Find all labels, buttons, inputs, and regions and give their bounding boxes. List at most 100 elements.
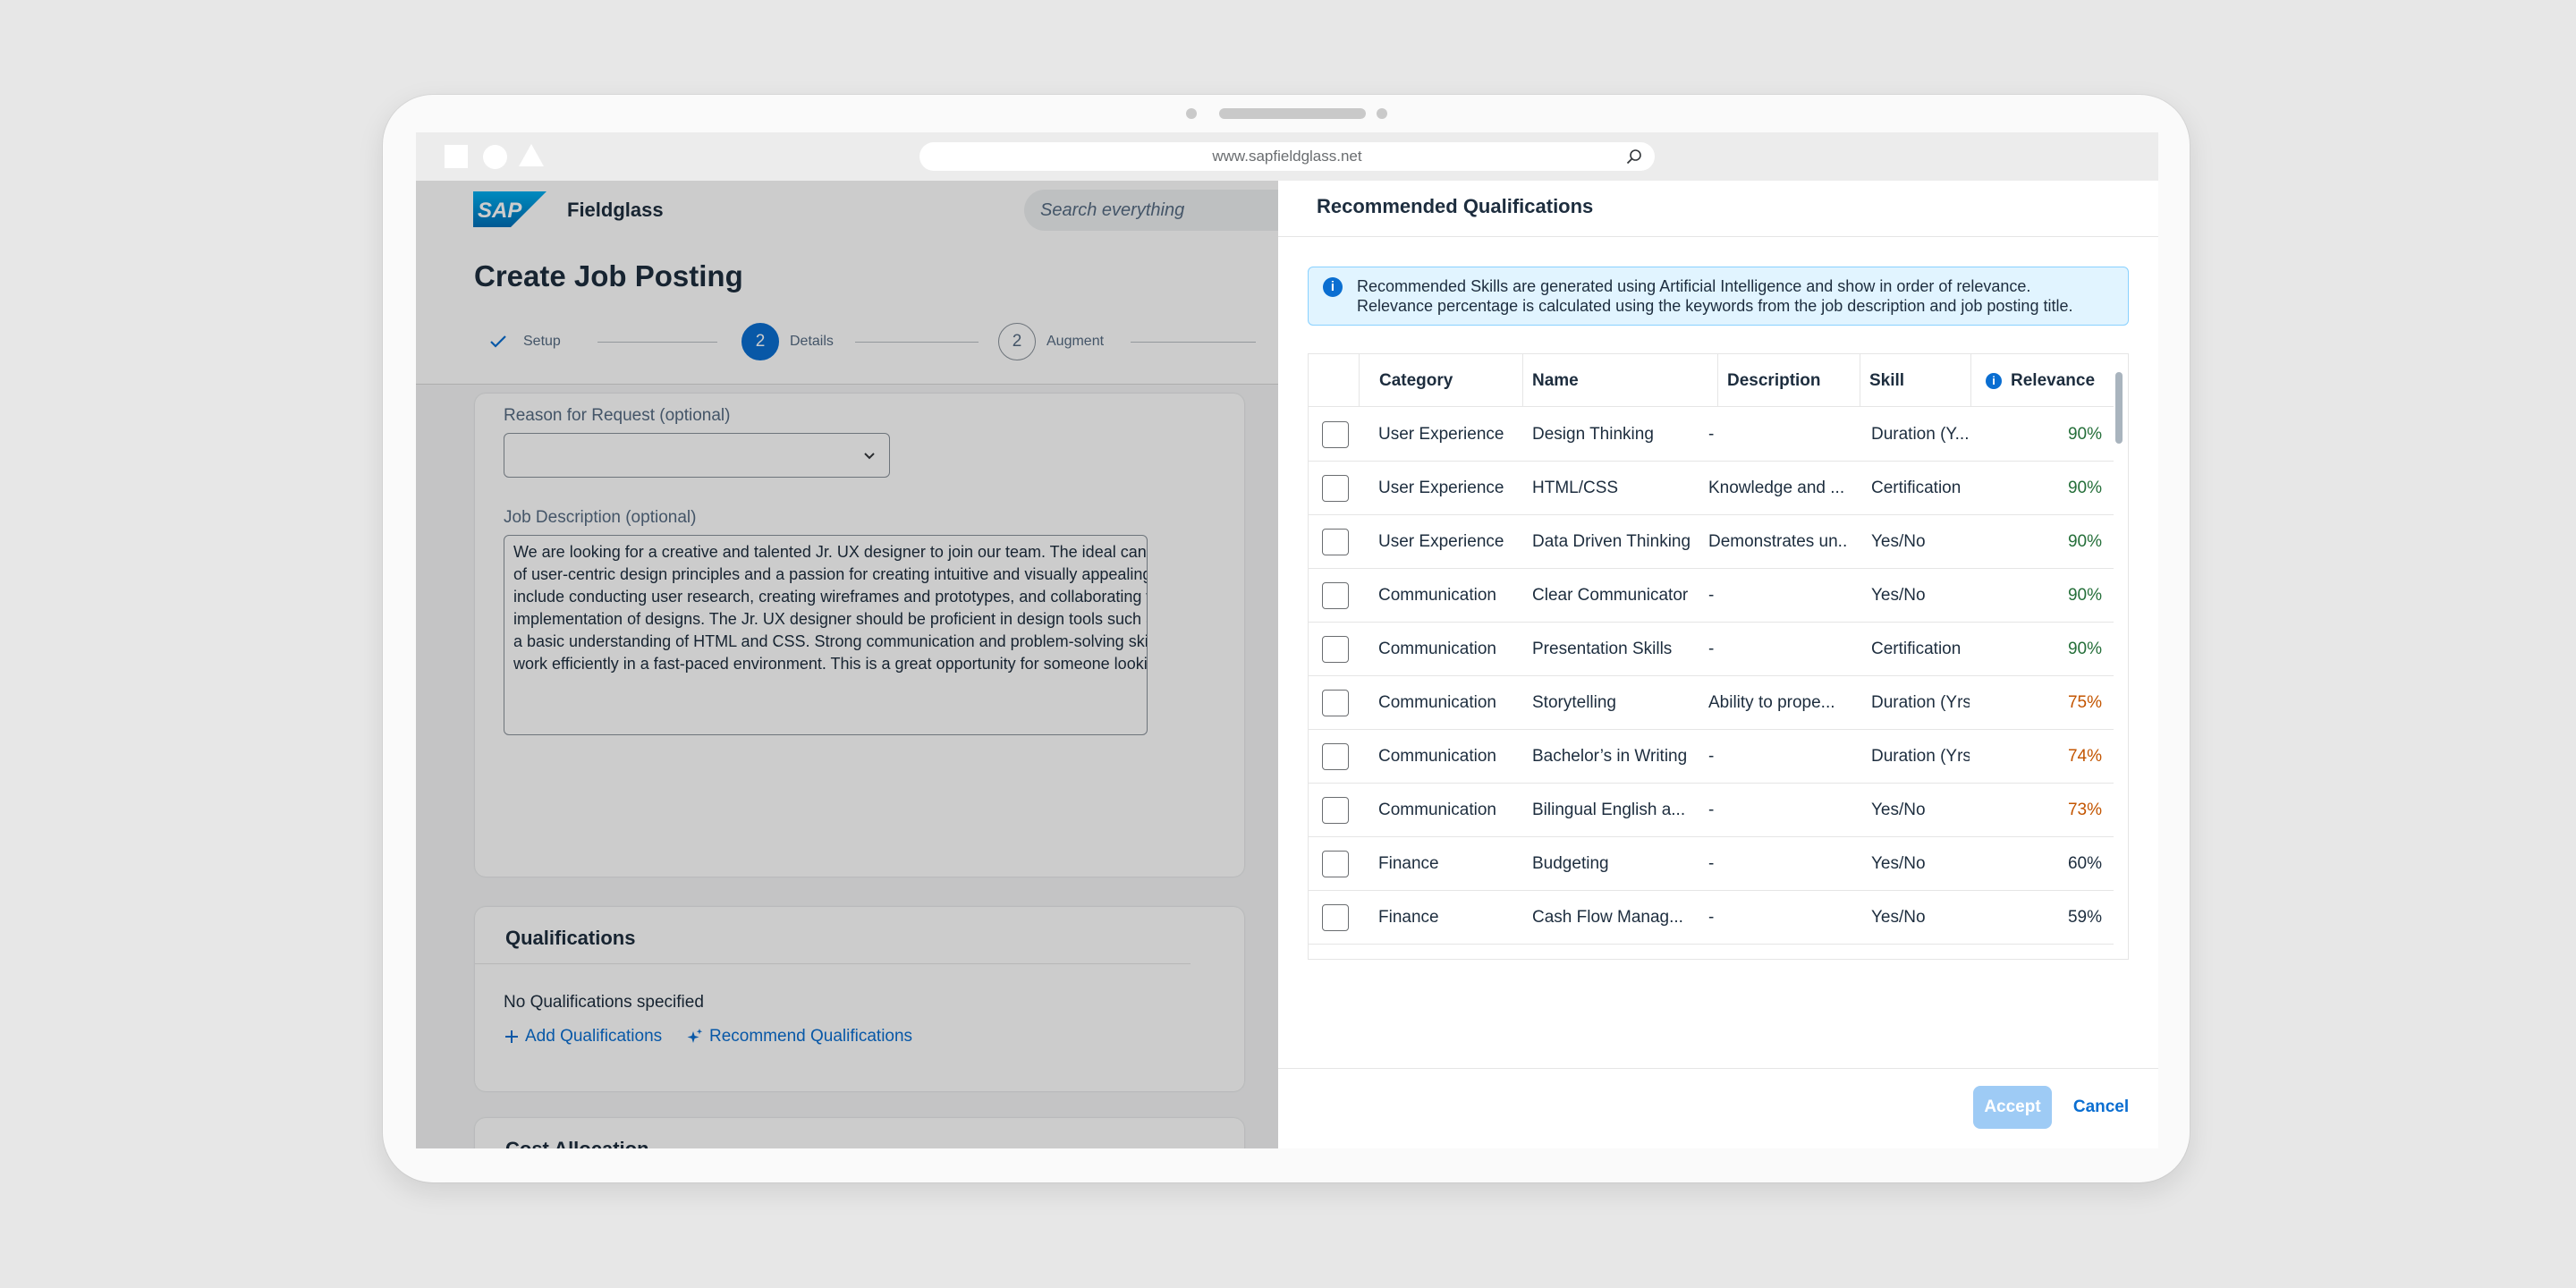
row-checkbox[interactable] — [1322, 582, 1349, 609]
modal-overlay[interactable] — [416, 181, 1278, 1148]
cell-relevance: 90% — [2067, 532, 2102, 551]
qualifications-table: Category Name Description Skill i Releva… — [1308, 353, 2129, 960]
cell-category: Finance — [1378, 854, 1439, 873]
cell-relevance: 75% — [2067, 693, 2102, 712]
info-message-text: Recommended Skills are generated using A… — [1357, 276, 2072, 316]
cell-category: Communication — [1378, 693, 1496, 712]
cell-skill: Yes/No — [1871, 532, 1926, 551]
column-header-name[interactable]: Name — [1522, 354, 1717, 407]
speaker-bar — [1219, 108, 1366, 119]
column-header-category[interactable]: Category — [1359, 354, 1522, 407]
cell-description: - — [1708, 801, 1715, 819]
table-row[interactable]: User Experience Design Thinking - Duration … — [1309, 408, 2114, 462]
cell-name: Clear Communicator — [1532, 586, 1689, 605]
cell-name: Bachelor’s in Writing — [1532, 747, 1688, 766]
table-row[interactable]: Finance Cash Flow Manag... - Yes/No 59% — [1309, 891, 2114, 945]
row-checkbox[interactable] — [1322, 475, 1349, 502]
cell-relevance: 59% — [2067, 908, 2102, 927]
cell-description: - — [1708, 908, 1715, 927]
information-icon: i — [1323, 277, 1343, 297]
cell-name: Presentation Skills — [1532, 640, 1673, 658]
cell-description: - — [1708, 586, 1715, 605]
divider — [1278, 1068, 2158, 1069]
cell-category: Communication — [1378, 586, 1496, 605]
table-row[interactable]: Communication Presentation Skills - Certifi… — [1309, 623, 2114, 676]
sensor-dot — [1377, 108, 1387, 119]
cell-relevance: 60% — [2067, 854, 2102, 873]
cell-name: HTML/CSS — [1532, 479, 1619, 497]
dialog-title: Recommended Qualifications — [1317, 195, 1594, 217]
table-row[interactable]: Finance Budgeting - Yes/No 60% — [1309, 837, 2114, 891]
table-scrollbar[interactable] — [2115, 372, 2123, 444]
column-header-skill[interactable]: Skill — [1860, 354, 1970, 407]
cell-relevance: 74% — [2067, 747, 2102, 766]
url-text: www.sapfieldglass.net — [1212, 148, 1362, 165]
row-checkbox[interactable] — [1322, 851, 1349, 877]
table-row[interactable]: Communication Bachelor’s in Writing - Durat… — [1309, 730, 2114, 784]
cell-relevance: 90% — [2067, 586, 2102, 605]
square-shape-icon — [445, 145, 468, 168]
row-checkbox[interactable] — [1322, 529, 1349, 555]
table-row[interactable]: Communication Bilingual English a... - Yes/… — [1309, 784, 2114, 837]
triangle-shape-icon — [519, 144, 544, 166]
information-icon: i — [1986, 372, 2002, 389]
table-row[interactable]: User Experience Data Driven Thinking Demon… — [1309, 515, 2114, 569]
screen: www.sapfieldglass.net SAP Fieldglass Sea… — [416, 132, 2158, 1148]
info-line: Recommended Skills are generated using A… — [1357, 277, 2031, 295]
browser-toolbar: www.sapfieldglass.net — [416, 132, 2158, 181]
recommended-qualifications-dialog: Recommended Qualifications i Recommended… — [1278, 181, 2158, 1148]
cell-name: Budgeting — [1532, 854, 1609, 873]
cell-relevance: 90% — [2067, 479, 2102, 497]
cell-relevance: 90% — [2067, 425, 2102, 444]
cell-name: Design Thinking — [1532, 425, 1654, 444]
table-row[interactable]: Communication Storytelling Ability to prop… — [1309, 676, 2114, 730]
relevance-header-label: Relevance — [2011, 371, 2096, 390]
accept-button[interactable]: Accept — [1973, 1086, 2052, 1129]
cell-skill: Duration (Yrs) — [1871, 747, 1970, 766]
cell-description: - — [1708, 747, 1715, 766]
cell-description: Knowledge and ... — [1708, 479, 1845, 497]
circle-shape-icon — [483, 145, 507, 169]
row-checkbox[interactable] — [1322, 421, 1349, 448]
cell-description: Ability to prope... — [1708, 693, 1835, 712]
cancel-button[interactable]: Cancel — [2069, 1086, 2133, 1129]
row-checkbox[interactable] — [1322, 797, 1349, 824]
cell-relevance: 73% — [2067, 801, 2102, 819]
search-icon[interactable] — [1626, 148, 1642, 165]
camera-dot — [1186, 108, 1197, 119]
cell-name: Bilingual English a... — [1532, 801, 1686, 819]
table-row[interactable]: User Experience HTML/CSS Knowledge and ...… — [1309, 462, 2114, 515]
cell-category: Communication — [1378, 747, 1496, 766]
column-header-relevance[interactable]: i Relevance — [1970, 354, 2114, 407]
cell-category: User Experience — [1378, 532, 1504, 551]
cell-description: - — [1708, 854, 1715, 873]
cell-skill: Duration (Y... — [1871, 425, 1970, 444]
cell-name: Storytelling — [1532, 693, 1616, 712]
tablet-device-frame: www.sapfieldglass.net SAP Fieldglass Sea… — [383, 95, 2190, 1182]
row-checkbox[interactable] — [1322, 904, 1349, 931]
table-header: Category Name Description Skill i Releva… — [1309, 354, 2114, 407]
cell-category: Communication — [1378, 801, 1496, 819]
cell-skill: Yes/No — [1871, 801, 1926, 819]
fieldglass-app: SAP Fieldglass Search everything Create … — [416, 181, 2158, 1148]
cell-name: Cash Flow Manag... — [1532, 908, 1683, 927]
row-checkbox[interactable] — [1322, 743, 1349, 770]
cell-description: Demonstrates un.. — [1708, 532, 1847, 551]
url-bar[interactable]: www.sapfieldglass.net — [919, 142, 1655, 171]
column-header-description[interactable]: Description — [1717, 354, 1860, 407]
info-message-strip: i Recommended Skills are generated using… — [1308, 267, 2129, 326]
cell-category: User Experience — [1378, 425, 1504, 444]
divider — [1278, 236, 2158, 237]
row-checkbox[interactable] — [1322, 636, 1349, 663]
cell-skill: Yes/No — [1871, 586, 1926, 605]
cell-name: Data Driven Thinking — [1532, 532, 1691, 551]
cell-skill: Yes/No — [1871, 854, 1926, 873]
info-line: Relevance percentage is calculated using… — [1357, 297, 2073, 315]
cell-skill: Duration (Yrs) — [1871, 693, 1970, 712]
cell-description: - — [1708, 425, 1715, 444]
cell-category: Finance — [1378, 908, 1439, 927]
table-row[interactable]: Communication Clear Communicator - Yes/No 90… — [1309, 569, 2114, 623]
cell-description: - — [1708, 640, 1715, 658]
cell-skill: Certification — [1871, 640, 1962, 658]
row-checkbox[interactable] — [1322, 690, 1349, 716]
